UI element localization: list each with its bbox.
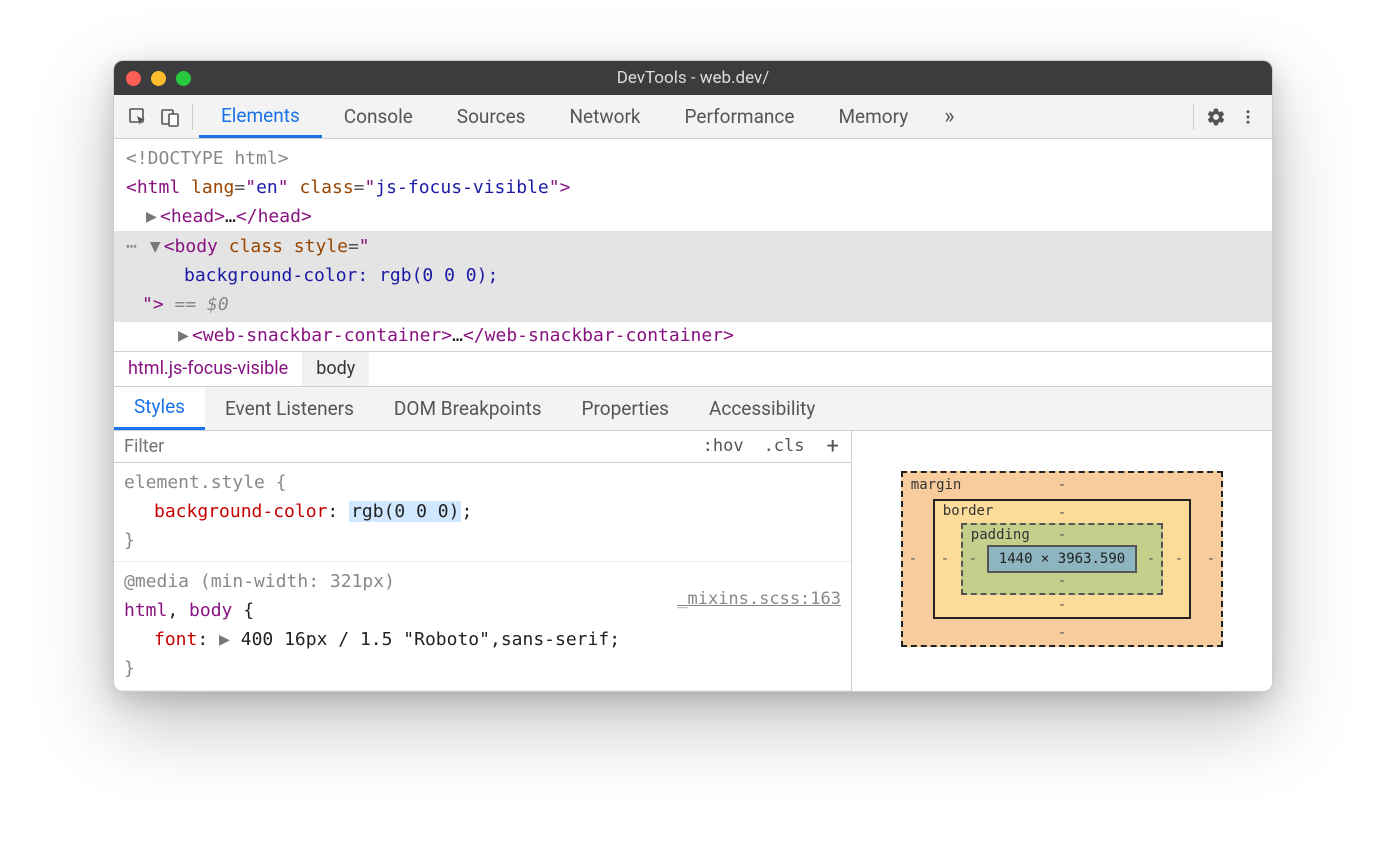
styles-rules: :hov .cls + element.style { background-c… <box>114 431 852 691</box>
hov-toggle[interactable]: :hov <box>693 436 754 456</box>
cls-toggle[interactable]: .cls <box>754 436 815 456</box>
toolbar-divider <box>192 104 193 130</box>
maximize-window-button[interactable] <box>176 71 191 86</box>
breadcrumb: html.js-focus-visible body <box>114 351 1272 387</box>
tab-network[interactable]: Network <box>547 95 662 138</box>
tabs-overflow-button[interactable]: » <box>930 104 968 129</box>
minimize-window-button[interactable] <box>151 71 166 86</box>
crumb-html[interactable]: html.js-focus-visible <box>114 352 302 386</box>
subtab-dom-breakpoints[interactable]: DOM Breakpoints <box>374 387 562 430</box>
style-prop: background-color: rgb(0 0 0); <box>184 265 498 286</box>
dom-head[interactable]: ▶<head>…</head> <box>114 203 1272 232</box>
dom-doctype[interactable]: <!DOCTYPE html> <box>114 145 1272 174</box>
filter-row: :hov .cls + <box>114 431 851 463</box>
inspect-icon[interactable] <box>122 101 154 133</box>
tab-sources[interactable]: Sources <box>435 95 548 138</box>
sidebar-tabs: Styles Event Listeners DOM Breakpoints P… <box>114 387 1272 431</box>
dom-child-snackbar[interactable]: ▶<web-snackbar-container>…</web-snackbar… <box>114 322 1272 351</box>
subtab-properties[interactable]: Properties <box>562 387 689 430</box>
devtools-window: DevTools - web.dev/ Elements Console Sou… <box>113 60 1273 692</box>
subtab-event-listeners[interactable]: Event Listeners <box>205 387 374 430</box>
subtab-accessibility[interactable]: Accessibility <box>689 387 835 430</box>
tab-performance[interactable]: Performance <box>663 95 817 138</box>
dom-tree[interactable]: <!DOCTYPE html> <html lang="en" class="j… <box>114 139 1272 351</box>
styles-panel: :hov .cls + element.style { background-c… <box>114 431 1272 691</box>
rule-element-style[interactable]: element.style { background-color: rgb(0 … <box>114 463 851 562</box>
box-model-margin[interactable]: margin - - - - border - - - - padding - <box>901 471 1223 647</box>
styles-filter-input[interactable] <box>114 436 693 457</box>
color-value[interactable]: rgb(0 0 0) <box>349 501 461 522</box>
box-model-padding[interactable]: padding - - - - 1440 × 3963.590 <box>961 523 1163 595</box>
gear-icon[interactable] <box>1200 101 1232 133</box>
rule-media[interactable]: @media (min-width: 321px) html, body { _… <box>114 562 851 690</box>
crumb-body[interactable]: body <box>302 352 369 386</box>
box-model[interactable]: margin - - - - border - - - - padding - <box>852 431 1272 691</box>
close-window-button[interactable] <box>126 71 141 86</box>
panel-tabs: Elements Console Sources Network Perform… <box>199 95 930 138</box>
dom-html-open[interactable]: <html lang="en" class="js-focus-visible"… <box>114 174 1272 203</box>
box-model-border[interactable]: border - - - - padding - - - - 1440 × 39… <box>933 499 1191 619</box>
tab-elements[interactable]: Elements <box>199 95 322 138</box>
new-rule-button[interactable]: + <box>815 434 851 459</box>
toolbar-divider <box>1193 104 1194 130</box>
main-toolbar: Elements Console Sources Network Perform… <box>114 95 1272 139</box>
kebab-menu-icon[interactable] <box>1232 101 1264 133</box>
device-toggle-icon[interactable] <box>154 101 186 133</box>
source-link[interactable]: _mixins.scss:163 <box>677 586 841 613</box>
tab-memory[interactable]: Memory <box>816 95 930 138</box>
dom-body-selected[interactable]: ⋯ ▼<body class style=" background-color:… <box>114 231 1272 321</box>
titlebar: DevTools - web.dev/ <box>114 61 1272 95</box>
window-title: DevTools - web.dev/ <box>114 68 1272 88</box>
tab-console[interactable]: Console <box>322 95 435 138</box>
traffic-lights <box>126 71 191 86</box>
subtab-styles[interactable]: Styles <box>114 387 205 430</box>
box-model-content[interactable]: 1440 × 3963.590 <box>987 545 1137 573</box>
